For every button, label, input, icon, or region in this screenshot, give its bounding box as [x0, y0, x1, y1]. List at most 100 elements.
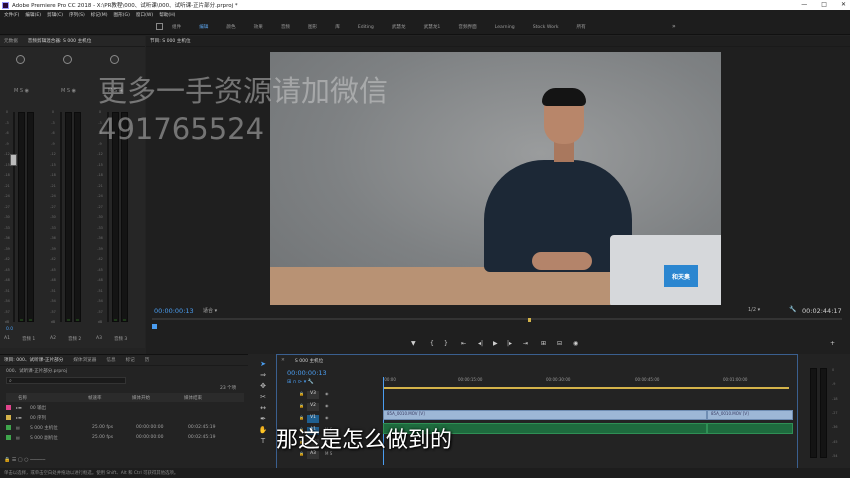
workspace-tab[interactable]: 颜色	[226, 24, 235, 30]
track-label[interactable]: V3	[307, 391, 319, 399]
pan-knob-a1[interactable]	[16, 55, 25, 64]
playhead-indicator[interactable]	[152, 324, 157, 329]
db-tick-label: -18	[50, 173, 56, 177]
play-icon[interactable]: ▶	[493, 340, 498, 347]
mute-solo-a2[interactable]: M S ◉	[61, 88, 76, 94]
menu-help[interactable]: 帮助(H)	[159, 12, 175, 18]
toggle-output-icon[interactable]: ◉	[325, 391, 329, 396]
program-timecode[interactable]: 00:00:00:13	[154, 307, 194, 315]
time-ruler[interactable]: :00:00 00:00:15:00 00:00:30:00 00:00:45:00 0…	[383, 373, 793, 387]
project-item-row[interactable]: ▤ S 000 主机位 25.00 fps 00:00:00:00 00:02:45:1…	[6, 423, 244, 432]
presenter-hands	[532, 252, 592, 270]
menu-edit[interactable]: 编辑(E)	[25, 12, 41, 18]
timeline-toolbar-icons[interactable]: ⊞ ∩ ⊳ ▾ 🔧	[287, 379, 314, 385]
razor-tool-icon[interactable]: ✂	[256, 393, 270, 404]
workspace-tab[interactable]: 武慧龙1	[424, 24, 441, 30]
tab-markers[interactable]: 标记	[126, 357, 135, 363]
audio-clip[interactable]	[707, 423, 793, 434]
tab-metadata[interactable]: 元数据	[4, 38, 18, 44]
tab-sequence[interactable]: S 000 主机位	[295, 358, 323, 364]
video-clip[interactable]: 85A_0010.MOV [V]	[383, 410, 707, 420]
pen-tool-icon[interactable]: ✒	[256, 415, 270, 426]
settings-wrench-icon[interactable]: 🔧	[789, 306, 796, 313]
ripple-edit-tool-icon[interactable]: ✥	[256, 382, 270, 393]
button-editor-icon[interactable]: +	[830, 340, 835, 347]
tab-program[interactable]: 节目: S 000 主机位	[150, 38, 191, 44]
more-workspaces-icon[interactable]: »	[672, 23, 676, 30]
track-header[interactable]: 🔒 V2 ◉	[277, 403, 381, 412]
zoom-select[interactable]: 适合 ▾	[203, 307, 217, 314]
close-icon[interactable]: ✕	[841, 1, 846, 8]
workspace-tab[interactable]: Editing	[358, 25, 374, 30]
pan-knob-a2[interactable]	[63, 55, 72, 64]
project-search-input[interactable]: ⌕	[6, 377, 126, 384]
menu-markers[interactable]: 标记(M)	[91, 12, 108, 18]
work-area-bar[interactable]	[383, 387, 789, 389]
tab-history[interactable]: 历	[145, 357, 150, 363]
project-item-row[interactable]: ▤ S 000 副机位 25.00 fps 00:00:00:00 00:02:45:1…	[6, 433, 244, 442]
track-select-tool-icon[interactable]: ⇒	[256, 371, 270, 382]
add-marker-icon[interactable]: ▼	[411, 340, 416, 347]
menu-sequence[interactable]: 序列(S)	[69, 12, 85, 18]
fader-a1[interactable]	[10, 154, 17, 166]
maximize-icon[interactable]: □	[821, 1, 827, 8]
workspace-tab[interactable]: 武慧龙	[392, 24, 406, 30]
toggle-output-icon[interactable]: ◉	[325, 403, 329, 408]
resolution-select[interactable]: 1/2 ▾	[748, 307, 760, 313]
project-footer-icons[interactable]: 🔒 ☰ ▢ ○ ─────	[4, 457, 45, 463]
track-header[interactable]: 🔒 V3 ◉	[277, 391, 381, 400]
toggle-output-icon[interactable]: ◉	[325, 415, 329, 420]
workspace-tab[interactable]: 音频界面	[458, 24, 476, 30]
step-back-icon[interactable]: ◂|	[478, 340, 483, 347]
menu-file[interactable]: 文件(F)	[4, 12, 19, 18]
slip-tool-icon[interactable]: ↔	[256, 404, 270, 415]
col-media-end[interactable]: 媒体结束	[184, 395, 236, 401]
workspace-tab[interactable]: 组件	[172, 24, 181, 30]
tab-media-browser[interactable]: 媒体浏览器	[73, 357, 96, 363]
menu-graphics[interactable]: 图形(G)	[114, 12, 130, 18]
minimize-icon[interactable]: —	[801, 1, 807, 8]
workspace-tab[interactable]: 效果	[254, 24, 263, 30]
tab-project[interactable]: 项目: 000、试听课-正片部分	[4, 357, 63, 363]
timeline-timecode[interactable]: 00:00:00:13	[287, 369, 327, 377]
tab-audio-clip-mixer[interactable]: 音频剪辑混合器: S 000 主机位	[28, 38, 92, 44]
tab-info[interactable]: 信息	[106, 357, 115, 363]
lift-icon[interactable]: ⊞	[541, 340, 546, 347]
workspace-tab[interactable]: 图形	[308, 24, 317, 30]
label-color-swatch	[6, 415, 11, 420]
step-forward-icon[interactable]: |▸	[507, 340, 512, 347]
close-sequence-icon[interactable]: ✕	[281, 358, 285, 363]
mark-out-icon[interactable]: }	[444, 340, 448, 347]
home-icon[interactable]	[156, 23, 163, 30]
menu-window[interactable]: 窗口(W)	[136, 12, 153, 18]
video-clip[interactable]: 85A_0010.MOV [V]	[707, 410, 793, 420]
lock-track-icon[interactable]: 🔒	[299, 391, 304, 396]
selection-tool-icon[interactable]: ➤	[256, 360, 270, 371]
workspace-tab[interactable]: Learning	[495, 25, 515, 30]
workspace-tab[interactable]: 编辑	[199, 24, 208, 30]
go-to-in-icon[interactable]: ⇤	[461, 340, 466, 347]
col-fps[interactable]: 帧速率	[88, 395, 132, 401]
program-scrub-bar[interactable]	[152, 318, 842, 320]
lock-track-icon[interactable]: 🔒	[299, 403, 304, 408]
hand-tool-icon[interactable]: ✋	[256, 426, 270, 437]
extract-icon[interactable]: ⊟	[557, 340, 562, 347]
project-item-row[interactable]: ▸▬ 00 输出	[6, 403, 244, 412]
col-name[interactable]: 名称	[6, 395, 88, 401]
menu-clip[interactable]: 剪辑(C)	[47, 12, 63, 18]
go-to-out-icon[interactable]: ⇥	[523, 340, 528, 347]
workspace-tab[interactable]: Stock Work	[533, 25, 559, 30]
export-frame-icon[interactable]: ◉	[573, 340, 578, 347]
workspace-tab[interactable]: 所有	[577, 24, 586, 30]
type-tool-icon[interactable]: T	[256, 437, 270, 448]
pan-knob-a3[interactable]	[110, 55, 119, 64]
mute-solo-a1[interactable]: M S ◉	[14, 88, 29, 94]
lock-track-icon[interactable]: 🔒	[299, 415, 304, 420]
track-label[interactable]: V2	[307, 403, 319, 411]
workspace-tab[interactable]: 库	[335, 24, 340, 30]
mark-in-icon[interactable]: {	[430, 340, 434, 347]
workspace-tab[interactable]: 音频	[281, 24, 290, 30]
marker[interactable]	[528, 318, 531, 322]
col-media-start[interactable]: 媒体开始	[132, 395, 184, 401]
project-item-row[interactable]: ▸▬ 00 序列	[6, 413, 244, 422]
